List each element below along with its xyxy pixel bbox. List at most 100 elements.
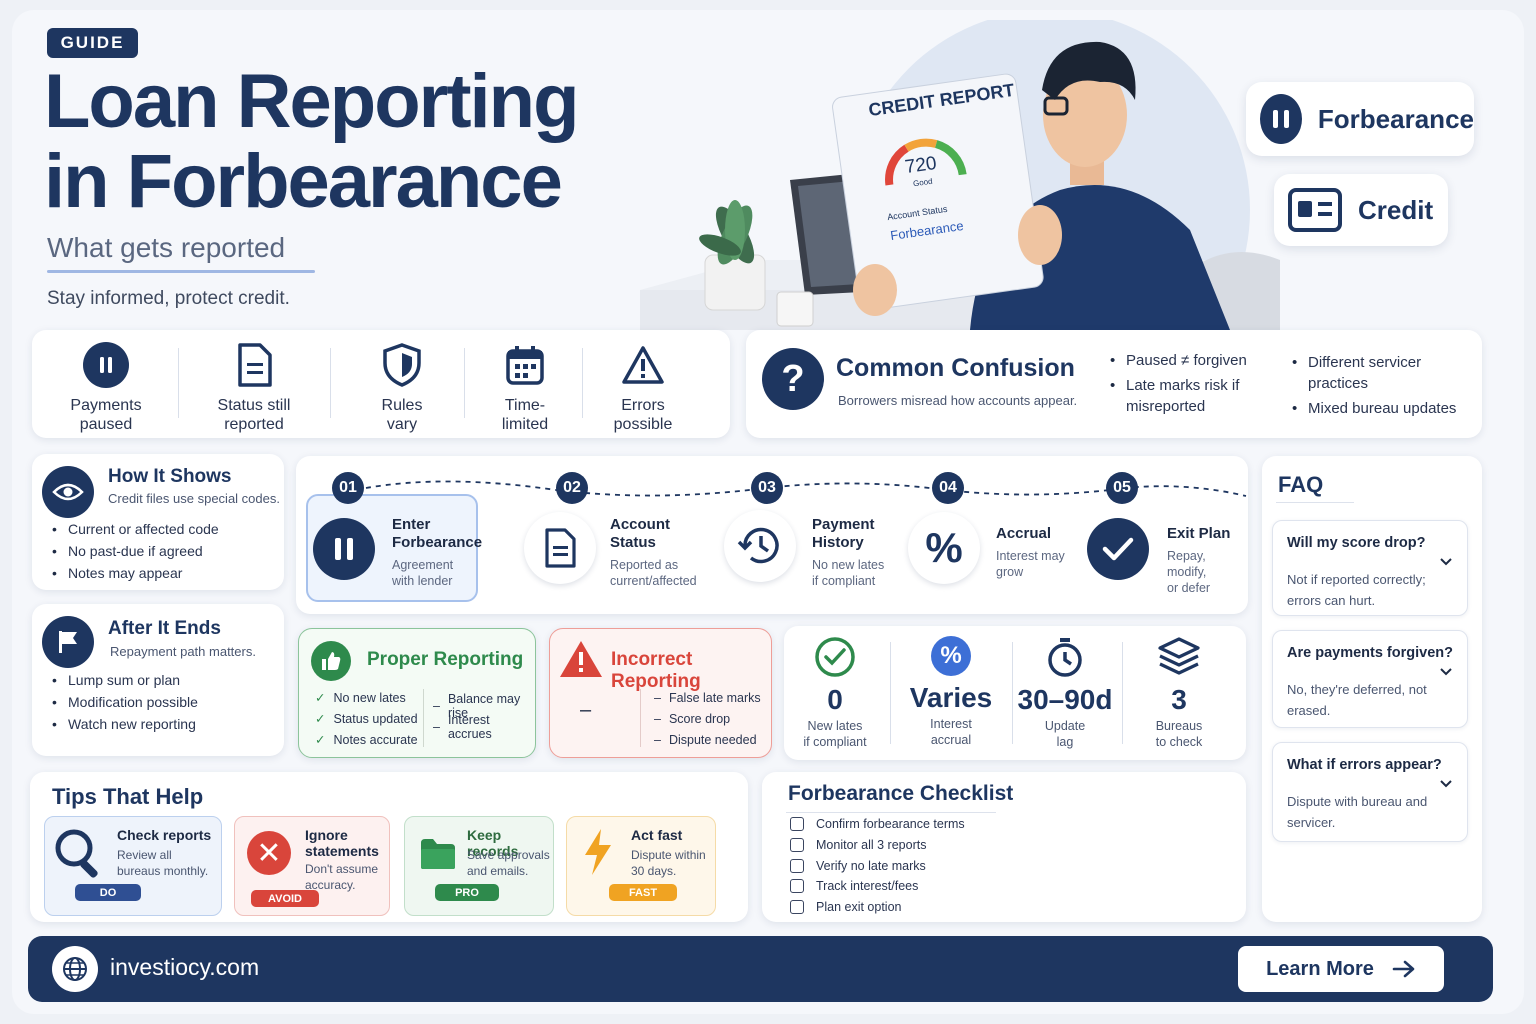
- fact-label: Time-: [504, 397, 546, 414]
- fact-label: limited: [501, 416, 549, 433]
- chevron-down-icon[interactable]: [1439, 779, 1453, 789]
- forbearance-pill-label: Forbearance: [1317, 103, 1474, 134]
- incorrect-reporting-card: Incorrect Reporting – – False late marks …: [549, 628, 772, 758]
- flag-icon: [42, 616, 94, 668]
- check-circle-icon: [1087, 518, 1149, 580]
- site-url[interactable]: investiocy.com: [110, 954, 259, 981]
- tip-tag-avoid: AVOID: [251, 890, 319, 907]
- tip-description: Don't assume accuracy.: [305, 862, 378, 892]
- proper-reporting-card: Proper Reporting ✓ No new lates ✓ Status u…: [298, 628, 536, 758]
- metric-bureaus: 3 Bureaus to check: [1124, 636, 1234, 750]
- metric-value: 0: [827, 684, 843, 715]
- divider: [786, 812, 996, 813]
- checklist-item[interactable]: Verify no late marks: [790, 855, 965, 876]
- checkbox[interactable]: [790, 817, 804, 832]
- list-item: Mixed bureau updates: [1290, 398, 1470, 419]
- title-line-1: Loan Reporting: [44, 59, 580, 144]
- faq-card: FAQ Will my score drop? Not if reported …: [1262, 456, 1482, 922]
- id-card-icon: [1288, 188, 1342, 232]
- chevron-down-icon[interactable]: [1439, 667, 1453, 677]
- faq-answer: No, they're deferred, not erased.: [1287, 682, 1427, 718]
- check-icon: ✓: [315, 691, 326, 705]
- chevron-down-icon[interactable]: [1439, 557, 1453, 567]
- confusion-list-2: Different servicer practices Mixed burea…: [1290, 352, 1470, 419]
- fact-label: Status still: [217, 397, 291, 414]
- after-it-ends-title: After It Ends: [108, 618, 221, 639]
- incorrect-dashes: – False late marks – Score drop – Dispute n…: [654, 687, 761, 750]
- after-it-ends-card: After It Ends Repayment path matters. Lu…: [32, 604, 284, 756]
- checkbox[interactable]: [790, 838, 804, 853]
- tip-title: Ignore statements: [305, 827, 379, 859]
- credit-score: 720: [903, 152, 938, 179]
- arrow-right-icon: [1392, 960, 1416, 978]
- faq-item[interactable]: Are payments forgiven? No, they're defer…: [1272, 630, 1468, 728]
- tip-ignore-statements: ✕ Ignore statements Don't assume accuracy.…: [234, 816, 390, 916]
- metric-value: 3: [1171, 684, 1187, 715]
- step-title: Payment History: [812, 516, 875, 551]
- page-title: Loan Reporting in Forbearance: [44, 62, 684, 222]
- pause-icon: [83, 342, 129, 388]
- list-item: Different servicer practices: [1290, 352, 1470, 394]
- checkbox[interactable]: [790, 879, 804, 894]
- faq-question: What if errors appear?: [1287, 757, 1442, 773]
- list-item: Late marks risk if misreported: [1108, 375, 1278, 417]
- faq-item[interactable]: What if errors appear? Dispute with bure…: [1272, 742, 1468, 842]
- forbearance-pill: Forbearance: [1246, 82, 1474, 156]
- pause-icon: [1260, 94, 1302, 144]
- metric-value: 30–90d: [1017, 684, 1113, 715]
- fact-label: paused: [79, 416, 133, 433]
- calendar-icon: [502, 342, 548, 388]
- tagline: Stay informed, protect credit.: [47, 288, 290, 309]
- eye-icon: [42, 466, 94, 518]
- checklist-item[interactable]: Monitor all 3 reports: [790, 835, 965, 856]
- divider: [423, 689, 424, 747]
- learn-more-button[interactable]: Learn More: [1238, 946, 1444, 992]
- step-title: Enter Forbearance: [392, 516, 483, 551]
- checkbox[interactable]: [790, 900, 804, 915]
- percent-icon: %: [908, 512, 980, 584]
- history-icon: [724, 510, 796, 582]
- list-item: Notes may appear: [50, 562, 219, 584]
- tip-tag-do: DO: [75, 884, 141, 901]
- metric-update-lag: 30–90d Update lag: [1010, 636, 1120, 750]
- list-item: Paused ≠ forgiven: [1108, 350, 1278, 371]
- question-icon: ?: [762, 348, 824, 410]
- fact-label: vary: [386, 416, 418, 433]
- globe-icon: [52, 946, 98, 992]
- tips-card: Tips That Help Check reports Review all b…: [30, 772, 748, 922]
- how-it-shows-card: How It Shows Credit files use special co…: [32, 454, 284, 590]
- thumbs-up-icon: [311, 641, 351, 681]
- tip-description: Save approvals and emails.: [467, 848, 550, 878]
- footer-bar: investiocy.com Learn More: [28, 936, 1493, 1002]
- tip-description: Review all bureaus monthly.: [117, 848, 209, 878]
- page-subtitle: What gets reported: [47, 232, 286, 263]
- proper-reporting-title: Proper Reporting: [367, 649, 524, 670]
- check-icon: ✓: [315, 712, 326, 726]
- check-item: ✓ Notes accurate: [315, 732, 418, 748]
- stopwatch-icon: [1010, 636, 1120, 678]
- metric-value: Varies: [909, 682, 993, 713]
- incorrect-mark: –: [580, 699, 592, 721]
- checklist-item[interactable]: Plan exit option: [790, 897, 965, 918]
- checklist-item[interactable]: Confirm forbearance terms: [790, 814, 965, 835]
- check-item: ✓ No new lates: [315, 690, 406, 706]
- confusion-title: Common Confusion: [836, 354, 1075, 382]
- divider: [178, 348, 179, 418]
- divider: [640, 689, 641, 747]
- shield-icon: [379, 342, 425, 388]
- checkbox[interactable]: [790, 858, 804, 873]
- fact-label: reported: [224, 416, 284, 433]
- magnifier-icon: [53, 827, 103, 881]
- how-it-shows-subtitle: Credit files use special codes.: [108, 491, 280, 506]
- checklist-item[interactable]: Track interest/fees: [790, 876, 965, 897]
- faq-item[interactable]: Will my score drop? Not if reported corr…: [1272, 520, 1468, 616]
- step-title: Accrual: [996, 525, 1052, 542]
- common-confusion-card: ? Common Confusion Borrowers misread how…: [746, 330, 1482, 438]
- proper-checks: ✓ No new lates ✓ Status updated ✓ Notes acc…: [315, 687, 418, 750]
- fact-rules-vary: Rules vary: [342, 342, 462, 434]
- layers-icon: [1124, 636, 1234, 678]
- confusion-list-1: Paused ≠ forgiven Late marks risk if mis…: [1108, 350, 1278, 417]
- fact-payments-paused: Payments paused: [46, 342, 166, 434]
- divider: [890, 642, 891, 744]
- fact-label: Rules: [381, 397, 423, 414]
